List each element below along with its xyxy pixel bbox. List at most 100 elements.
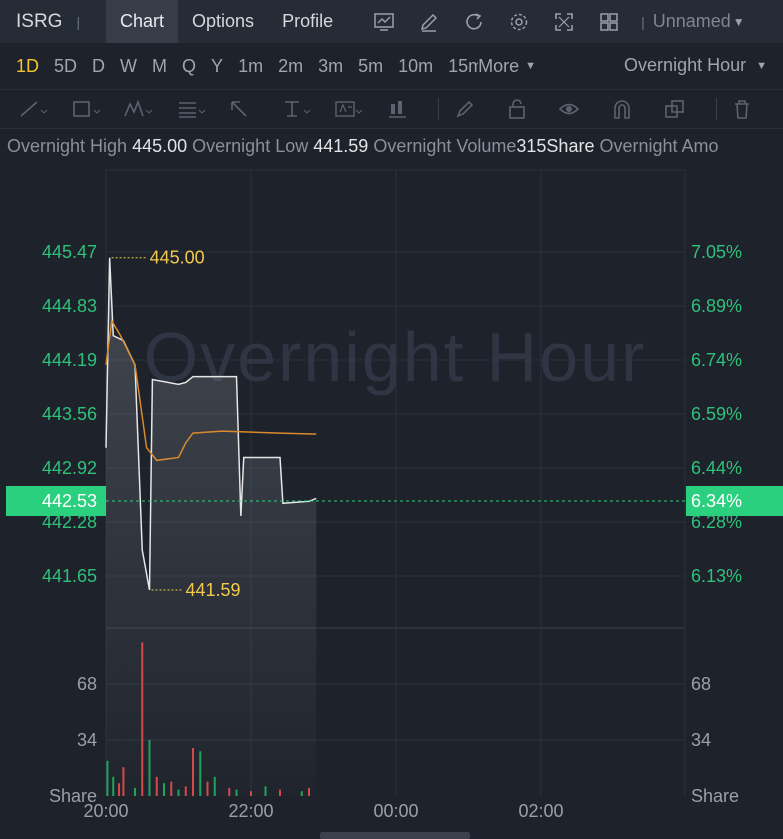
text-note-icon[interactable] bbox=[333, 89, 386, 129]
session-dropdown[interactable]: Overnight Hour ▼ bbox=[624, 55, 767, 76]
period-q[interactable]: Q bbox=[182, 56, 196, 77]
clone-icon[interactable] bbox=[663, 89, 716, 129]
pencil-icon[interactable] bbox=[406, 0, 451, 43]
volume-bar bbox=[228, 788, 231, 796]
divider: | bbox=[76, 13, 81, 30]
indicator-chart-icon[interactable] bbox=[361, 0, 406, 43]
tab-profile[interactable]: Profile bbox=[268, 0, 347, 43]
volume-axis-label: 68 bbox=[77, 674, 97, 694]
volume-bar bbox=[155, 776, 158, 796]
time-axis-label: 02:00 bbox=[518, 801, 563, 821]
volume-bar bbox=[264, 786, 267, 796]
tab-chart[interactable]: Chart bbox=[106, 0, 179, 43]
price-axis-label: 444.83 bbox=[42, 296, 97, 316]
time-axis-label: 22:00 bbox=[228, 801, 273, 821]
divider: | bbox=[641, 13, 645, 30]
volume-bar bbox=[250, 791, 252, 796]
volume-axis-label: 34 bbox=[691, 730, 711, 750]
current-price-value: 442.53 bbox=[42, 491, 97, 511]
volume-bar bbox=[134, 788, 136, 796]
layout-name-dropdown[interactable]: Unnamed ▼ bbox=[653, 11, 745, 32]
price-axis-label: 441.65 bbox=[42, 566, 97, 586]
period-3m[interactable]: 3m bbox=[318, 56, 343, 77]
period-15m[interactable]: 15m bbox=[448, 56, 478, 77]
period-w[interactable]: W bbox=[120, 56, 137, 77]
brush-icon[interactable] bbox=[453, 89, 506, 129]
current-percent-value: 6.34% bbox=[691, 491, 742, 511]
period-1m[interactable]: 1m bbox=[238, 56, 263, 77]
session-stats-bar: Overnight High 445.00 Overnight Low 441.… bbox=[0, 136, 783, 166]
tab-chart-label: Chart bbox=[120, 11, 165, 31]
percent-axis-label: 6.44% bbox=[691, 458, 742, 478]
volume-bar bbox=[300, 791, 303, 796]
tab-profile-label: Profile bbox=[282, 11, 334, 31]
trend-line-icon[interactable] bbox=[18, 89, 71, 129]
overnight-amount-label: Overnight Amo bbox=[599, 136, 719, 156]
percent-axis-label: 6.59% bbox=[691, 404, 742, 424]
volume-bar bbox=[112, 776, 115, 796]
candle-marker-icon[interactable] bbox=[386, 89, 439, 129]
period-5m[interactable]: 5m bbox=[358, 56, 383, 77]
chart-scroll-handle[interactable] bbox=[320, 832, 470, 839]
period-2m[interactable]: 2m bbox=[278, 56, 303, 77]
rectangle-icon[interactable] bbox=[71, 89, 124, 129]
volume-bar bbox=[206, 781, 209, 796]
volume-bar bbox=[192, 748, 194, 796]
overnight-volume-value: 315Share bbox=[516, 136, 595, 156]
percent-axis-label: 6.89% bbox=[691, 296, 742, 316]
tab-options-label: Options bbox=[192, 11, 255, 31]
overnight-volume-label: Overnight Volume bbox=[373, 136, 517, 156]
symbol-label: ISRG bbox=[16, 10, 63, 32]
more-periods-dropdown[interactable]: More ▼ bbox=[478, 56, 536, 77]
pattern-icon[interactable] bbox=[123, 89, 176, 129]
high-marker-label: 445.00 bbox=[150, 248, 205, 268]
volume-bar bbox=[184, 786, 187, 796]
refresh-icon[interactable] bbox=[451, 0, 496, 43]
period-y[interactable]: Y bbox=[211, 56, 223, 77]
overnight-low-value: 441.59 bbox=[313, 136, 369, 156]
price-range-icon[interactable] bbox=[281, 89, 334, 129]
period-5d[interactable]: 5D bbox=[54, 56, 77, 77]
period-10m[interactable]: 10m bbox=[398, 56, 433, 77]
period-d[interactable]: D bbox=[92, 56, 105, 77]
price-chart[interactable]: Overnight Hour 445.47444.83444.19443.564… bbox=[0, 166, 783, 839]
time-axis-label: 00:00 bbox=[373, 801, 418, 821]
fibonacci-icon[interactable] bbox=[176, 89, 229, 129]
caret-down-icon: ▼ bbox=[756, 59, 767, 72]
volume-bar bbox=[199, 751, 202, 796]
layout-grid-icon[interactable] bbox=[586, 0, 631, 43]
period-m[interactable]: M bbox=[152, 56, 167, 77]
tab-options[interactable]: Options bbox=[178, 0, 268, 43]
overnight-low-label: Overnight Low bbox=[192, 136, 309, 156]
magnet-icon[interactable] bbox=[611, 89, 664, 129]
volume-unit-label: Share bbox=[691, 786, 739, 806]
period-1d[interactable]: 1D bbox=[16, 56, 39, 77]
volume-axis-label: 34 bbox=[77, 730, 97, 750]
layout-name: Unnamed bbox=[652, 11, 731, 31]
toolbar-divider bbox=[438, 98, 440, 120]
visibility-eye-icon[interactable] bbox=[558, 89, 611, 129]
time-axis-label: 20:00 bbox=[83, 801, 128, 821]
drawing-toolbar bbox=[0, 89, 783, 129]
percent-axis-label: 7.05% bbox=[691, 242, 742, 262]
symbol-title[interactable]: ISRG | bbox=[0, 11, 106, 33]
percent-axis-label: 6.13% bbox=[691, 566, 742, 586]
fullscreen-icon[interactable] bbox=[541, 0, 586, 43]
arrow-icon[interactable] bbox=[228, 89, 281, 129]
lock-icon[interactable] bbox=[506, 89, 559, 129]
volume-bar bbox=[235, 789, 238, 796]
volume-bar bbox=[141, 642, 144, 796]
volume-bar bbox=[170, 781, 173, 796]
volume-bar bbox=[213, 776, 216, 796]
volume-bar bbox=[118, 783, 121, 796]
settings-gear-icon[interactable] bbox=[496, 0, 541, 43]
trash-icon[interactable] bbox=[731, 89, 783, 129]
price-axis-label: 443.56 bbox=[42, 404, 97, 424]
price-axis-label: 444.19 bbox=[42, 350, 97, 370]
toolbar-divider bbox=[715, 98, 717, 120]
volume-bar bbox=[279, 789, 281, 796]
volume-bar bbox=[177, 789, 180, 796]
caret-down-icon: ▼ bbox=[525, 60, 537, 72]
price-axis-label: 445.47 bbox=[42, 242, 97, 262]
session-label: Overnight Hour bbox=[624, 55, 747, 75]
